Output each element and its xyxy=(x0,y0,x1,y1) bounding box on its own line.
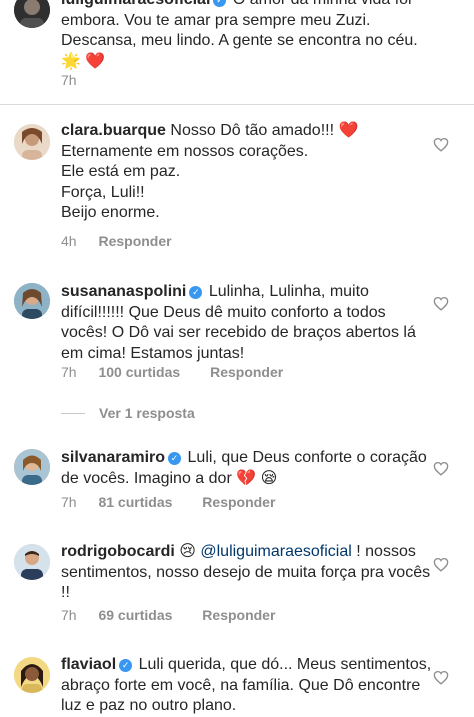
view-replies-label: Ver 1 resposta xyxy=(99,405,195,421)
comment-time: 4h xyxy=(61,233,77,249)
reply-button[interactable]: Responder xyxy=(202,607,275,623)
comment-meta: 7h 81 curtidas Responder xyxy=(61,494,275,510)
verified-badge-icon: ✓ xyxy=(189,286,203,299)
heart-outline-icon[interactable] xyxy=(433,137,449,152)
comment-body: luliguimaraesoficial✓ O amor da minha vi… xyxy=(61,0,433,72)
heart-outline-icon[interactable] xyxy=(433,296,449,311)
comment-username[interactable]: clara.buarque xyxy=(61,122,166,139)
comment-text-line: Beijo enorme. xyxy=(61,204,160,221)
emoji: 😢 xyxy=(179,543,196,560)
comment-text-line: Ele está em paz. xyxy=(61,163,181,180)
reply-button[interactable]: Responder xyxy=(210,364,283,380)
comment-text-line: Nosso Dô tão amado!!! ❤️ xyxy=(170,122,359,139)
comment-time: 7h xyxy=(61,364,77,380)
heart-outline-icon[interactable] xyxy=(433,670,449,685)
heart-outline-icon[interactable] xyxy=(433,557,449,572)
comment-text: Luli querida, que dó... Meus sentimentos… xyxy=(61,656,432,714)
comment-username[interactable]: rodrigobocardi xyxy=(61,543,175,560)
comment-time: 7h xyxy=(61,607,77,623)
verified-badge-icon: ✓ xyxy=(168,452,182,465)
comment-text-line: Força, Luli!! xyxy=(61,183,145,201)
view-replies-button[interactable]: Ver 1 resposta xyxy=(61,405,195,421)
comment-username[interactable]: silvanaramiro xyxy=(61,449,165,466)
section-divider xyxy=(0,104,474,105)
comment-body: rodrigobocardi 😢 @luliguimaraesoficial !… xyxy=(61,542,433,604)
comment-meta: 4h Responder xyxy=(61,233,172,249)
verified-badge-icon: ✓ xyxy=(119,659,133,672)
comment-username[interactable]: susananaspolini xyxy=(61,283,186,300)
comment-username[interactable]: luliguimaraesoficial xyxy=(61,0,210,8)
replies-line xyxy=(61,413,85,414)
comment-meta: 7h 69 curtidas Responder xyxy=(61,607,275,623)
avatar[interactable] xyxy=(14,124,50,160)
comment-text: O amor da minha vida foi embora. Vou te … xyxy=(61,0,418,70)
likes-count[interactable]: 81 curtidas xyxy=(98,494,172,510)
reply-button[interactable]: Responder xyxy=(98,233,171,249)
comment-meta: 7h xyxy=(61,72,95,88)
comment-username[interactable]: flaviaol xyxy=(61,656,116,673)
comment-body: flaviaol ✓ Luli querida, que dó... Meus s… xyxy=(61,655,433,717)
comment-time: 7h xyxy=(61,72,77,88)
mention-link[interactable]: @luliguimaraesoficial xyxy=(200,543,351,560)
comment-body: silvanaramiro ✓ Luli, que Deus conforte o… xyxy=(61,448,433,489)
heart-outline-icon[interactable] xyxy=(433,461,449,476)
avatar[interactable] xyxy=(14,283,50,319)
avatar[interactable] xyxy=(14,544,50,580)
likes-count[interactable]: 100 curtidas xyxy=(98,364,180,380)
reply-button[interactable]: Responder xyxy=(202,494,275,510)
avatar[interactable] xyxy=(14,657,50,693)
comment-text-line: Eternamente em nossos corações. xyxy=(61,142,309,160)
likes-count[interactable]: 69 curtidas xyxy=(98,607,172,623)
comment-time: 7h xyxy=(61,494,77,510)
verified-badge-icon: ✓ xyxy=(213,0,227,7)
avatar[interactable] xyxy=(14,449,50,485)
avatar[interactable] xyxy=(14,0,50,28)
comment-meta: 7h 100 curtidas Responder xyxy=(61,364,283,380)
comment-body: clara.buarque Nosso Dô tão amado!!! ❤️ E… xyxy=(61,121,433,224)
comment-body: susananaspolini ✓ Lulinha, Lulinha, muito… xyxy=(61,282,433,364)
